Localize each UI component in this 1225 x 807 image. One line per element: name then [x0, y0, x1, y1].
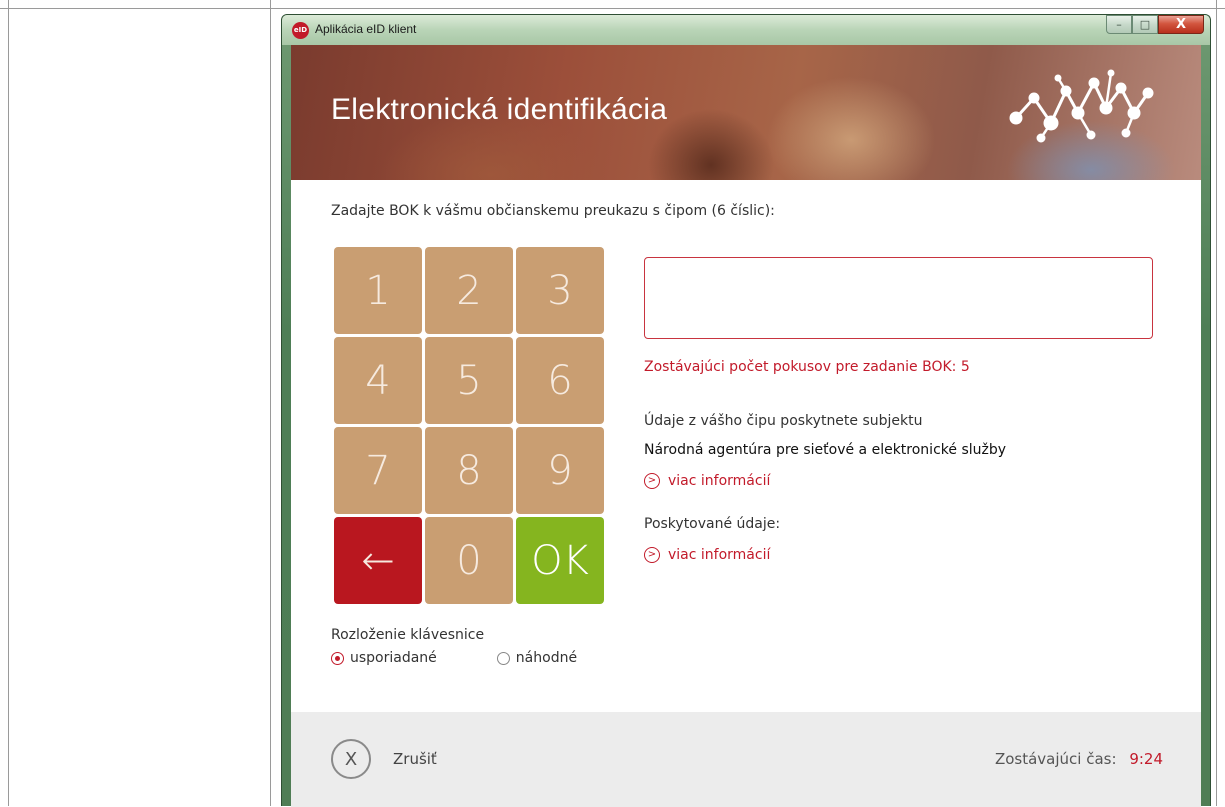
eid-client-window: eID Aplikácia eID klient – □ X Elektroni…	[281, 14, 1211, 807]
provided-more-info-link[interactable]: > viac informácií	[644, 547, 770, 563]
key-2[interactable]: 2	[425, 247, 513, 334]
doc-table-line	[270, 0, 271, 806]
doc-table-line	[8, 0, 9, 806]
ok-key[interactable]: OK	[516, 517, 604, 604]
key-1[interactable]: 1	[334, 247, 422, 334]
cancel-button[interactable]: X Zrušiť	[331, 739, 437, 779]
eid-app-icon: eID	[292, 22, 309, 39]
provided-data-label: Poskytované údaje:	[644, 516, 781, 532]
consent-text: Údaje z vášho čipu poskytnete subjektu	[644, 413, 923, 429]
client-area: Elektronická identifikácia Zadajte BOK k…	[291, 45, 1201, 807]
radio-checked-icon	[331, 651, 344, 665]
key-5[interactable]: 5	[425, 337, 513, 424]
footer-bar: X Zrušiť Zostávajúci čas: 9:24	[291, 712, 1201, 807]
key-3[interactable]: 3	[516, 247, 604, 334]
remaining-time-value: 9:24	[1129, 750, 1163, 768]
radio-ordered-label: usporiadané	[350, 650, 437, 666]
bok-prompt: Zadajte BOK k vášmu občianskemu preukazu…	[331, 203, 775, 219]
close-circle-icon: X	[331, 739, 371, 779]
chevron-right-icon: >	[644, 547, 660, 563]
remaining-time-label: Zostávajúci čas:	[994, 750, 1117, 768]
header-banner: Elektronická identifikácia	[291, 45, 1201, 180]
attempts-remaining: Zostávajúci počet pokusov pre zadanie BO…	[644, 359, 970, 375]
backspace-key[interactable]: ←	[334, 517, 422, 604]
title-bar[interactable]: eID Aplikácia eID klient – □ X	[282, 15, 1210, 45]
page-title: Elektronická identifikácia	[331, 93, 668, 126]
window-controls: – □ X	[1106, 15, 1204, 35]
key-4[interactable]: 4	[334, 337, 422, 424]
key-6[interactable]: 6	[516, 337, 604, 424]
key-8[interactable]: 8	[425, 427, 513, 514]
bok-input[interactable]	[644, 257, 1153, 339]
maximize-button[interactable]: □	[1132, 15, 1158, 34]
close-button[interactable]: X	[1158, 15, 1204, 34]
key-9[interactable]: 9	[516, 427, 604, 514]
remaining-time: Zostávajúci čas: 9:24	[995, 750, 1163, 768]
subject-name: Národná agentúra pre sieťové a elektroni…	[644, 442, 1007, 458]
minimize-button[interactable]: –	[1106, 15, 1132, 34]
radio-ordered[interactable]: usporiadané	[331, 650, 437, 666]
more-info-label: viac informácií	[668, 547, 771, 563]
key-7[interactable]: 7	[334, 427, 422, 514]
window-title: Aplikácia eID klient	[315, 22, 417, 36]
more-info-label: viac informácií	[668, 473, 771, 489]
chevron-right-icon: >	[644, 473, 660, 489]
keyboard-layout-options: usporiadané náhodné	[331, 650, 637, 666]
subject-more-info-link[interactable]: > viac informácií	[644, 473, 770, 489]
radio-unchecked-icon	[496, 651, 510, 665]
keyboard-layout-label: Rozloženie klávesnice	[331, 627, 485, 643]
cancel-label: Zrušiť	[393, 750, 437, 768]
radio-random-label: náhodné	[515, 650, 578, 666]
key-0[interactable]: 0	[425, 517, 513, 604]
coral-logo-icon	[1009, 69, 1154, 143]
doc-table-line	[1216, 0, 1217, 806]
radio-random[interactable]: náhodné	[496, 650, 578, 666]
pin-keypad: 1 2 3 4 5 6 7 8 9 ← 0 OK	[334, 247, 612, 604]
doc-table-line	[0, 8, 1225, 9]
